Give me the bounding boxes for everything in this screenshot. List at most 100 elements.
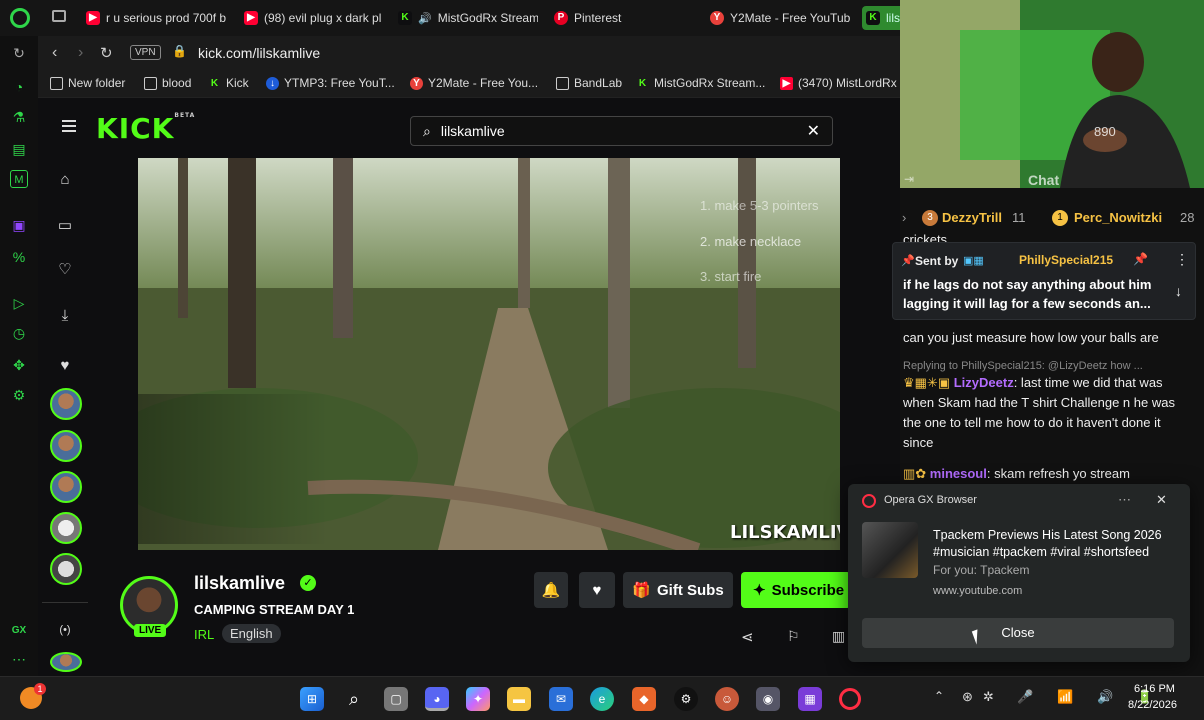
search-input[interactable]: ⌕ lilskamlive ✕ <box>410 116 833 146</box>
player-icon[interactable]: ▷ <box>10 294 28 312</box>
followed-channel-avatar[interactable] <box>50 430 82 462</box>
following-icon[interactable]: ♡ <box>55 260 75 280</box>
chat-username[interactable]: LizyDeetz <box>954 375 1014 390</box>
file-explorer-icon[interactable]: ▬ <box>507 687 531 711</box>
followed-channel-avatar[interactable] <box>50 553 82 585</box>
more-icon[interactable]: ⋯ <box>10 650 28 668</box>
tray-chevron-icon[interactable]: ⌃ <box>934 689 944 703</box>
gifter-name[interactable]: Perc_Nowitzki <box>1074 210 1162 225</box>
refresh-icon[interactable]: ↻ <box>10 44 28 62</box>
clock-date[interactable]: 8/22/2026 <box>1128 699 1177 711</box>
forward-icon[interactable]: › <box>78 44 83 62</box>
kick-logo[interactable]: KICKBETA <box>96 112 195 145</box>
folder-icon <box>144 76 157 90</box>
opera-sidebar: ↻ ◔ ⚗ ▤ M ▣ % ▷ ◷ ✥ ⚙ GX ⋯ <box>0 36 38 676</box>
bookmark-mistlordrx[interactable]: ▶ (3470) MistLordRx <box>780 76 900 90</box>
collapse-chat-icon[interactable]: ⇥ <box>904 172 914 186</box>
vpn-badge[interactable]: VPN <box>130 45 161 60</box>
workspace-icon[interactable] <box>52 10 66 22</box>
favorites-heart-icon[interactable]: ♥ <box>55 356 75 376</box>
followed-channel-avatar[interactable] <box>50 471 82 503</box>
search-icon: ⌕ <box>423 122 431 139</box>
youtube-icon: ▶ <box>86 11 100 25</box>
messenger-icon[interactable]: M <box>10 170 28 188</box>
opera-logo-icon[interactable] <box>10 8 30 28</box>
more-options-icon[interactable]: ⋮ <box>1175 251 1189 268</box>
tab-0[interactable]: ▶ r u serious prod 700f b <box>86 6 226 30</box>
tab-3[interactable]: P Pinterest <box>554 6 674 30</box>
chat-username[interactable]: minesoul <box>930 466 987 481</box>
gifter-name[interactable]: DezzyTrill <box>942 210 1002 225</box>
followed-channel-avatar[interactable] <box>50 512 82 544</box>
gift-subs-button[interactable]: 🎁 Gift Subs <box>623 572 733 608</box>
steam-icon[interactable]: ⚙ <box>674 687 698 711</box>
gx-cleaner-icon[interactable]: ▤ <box>10 140 28 158</box>
start-icon[interactable]: ⊞ <box>300 687 324 711</box>
notify-button[interactable]: 🔔 <box>534 572 568 608</box>
tab-2[interactable]: K 🔊 MistGodRx Stream <box>398 6 538 30</box>
channel-name[interactable]: lilskamlive <box>194 573 285 594</box>
followed-channel-avatar[interactable] <box>50 652 82 672</box>
speaker-icon: 🔊 <box>418 12 432 25</box>
percent-icon[interactable]: % <box>10 248 28 266</box>
bookmark-blood[interactable]: blood <box>144 76 191 90</box>
gx-control-icon[interactable]: ◔ <box>10 78 28 96</box>
gifter-rank-badge: 1 <box>1052 210 1068 226</box>
opera-gx-icon[interactable] <box>839 688 861 710</box>
notification-close-icon[interactable]: ✕ <box>1156 492 1167 508</box>
unpin-icon[interactable]: 📌 <box>1133 252 1148 266</box>
gifter-rank-badge: 3 <box>922 210 938 226</box>
pinned-username[interactable]: PhillySpecial215 <box>1019 253 1113 267</box>
twitch-icon[interactable]: ▣ <box>10 216 28 234</box>
notification-count-badge: 1 <box>34 683 46 695</box>
gx-icon[interactable]: GX <box>10 622 28 640</box>
tab-5-active[interactable]: Klilskamlive Stream - W <box>862 6 902 30</box>
category-link[interactable]: IRL <box>194 627 214 642</box>
notification-more-icon[interactable]: ⋯ <box>1118 492 1131 508</box>
stream-watermark: LILSKAMLIVE <box>730 522 840 543</box>
app-icon[interactable]: ☺ <box>715 687 739 711</box>
bookmark-new-folder[interactable]: New folder <box>50 76 125 90</box>
expand-pinned-icon[interactable]: ↓ <box>1175 283 1182 299</box>
extensions-icon[interactable]: ✥ <box>10 356 28 374</box>
clip-icon[interactable]: ▥ <box>832 628 845 645</box>
settings-icon[interactable]: ⚙ <box>10 386 28 404</box>
bookmark-ytmp3[interactable]: ↓ YTMP3: Free YouT... <box>266 76 395 90</box>
clipchamp-icon[interactable]: ▦ <box>798 687 822 711</box>
subscribe-button[interactable]: ✦ Subscribe <box>741 572 851 608</box>
browse-icon[interactable]: ▭ <box>55 216 75 236</box>
clock-time[interactable]: 6:16 PM <box>1134 683 1175 695</box>
bookmark-kick[interactable]: K Kick <box>208 76 249 90</box>
menu-icon[interactable] <box>62 120 76 132</box>
share-icon[interactable]: ⋖ <box>741 628 754 646</box>
history-icon[interactable]: ◷ <box>10 324 28 342</box>
video-player[interactable]: 1. make 5-3 pointers 2. make necklace 3.… <box>138 158 840 550</box>
copilot-icon[interactable]: ✦ <box>466 687 490 711</box>
task-view-icon[interactable]: ▢ <box>384 687 408 711</box>
gx-corner-icon[interactable]: ⚗ <box>10 108 28 126</box>
edge-icon[interactable]: e <box>590 687 614 711</box>
clips-icon[interactable]: ⤓ <box>55 306 75 326</box>
language-tag[interactable]: English <box>222 624 281 643</box>
bookmark-bandlab[interactable]: BandLab <box>556 76 622 90</box>
reload-icon[interactable]: ↻ <box>100 44 113 62</box>
camera-icon[interactable]: ◉ <box>756 687 780 711</box>
clear-search-icon[interactable]: ✕ <box>807 121 820 141</box>
bookmark-y2mate[interactable]: Y Y2Mate - Free You... <box>410 76 538 90</box>
report-icon[interactable]: ⚐ <box>787 628 800 645</box>
stream-overlay-item: 1. make 5-3 pointers <box>700 198 819 213</box>
outlook-icon[interactable]: ✉ <box>549 687 573 711</box>
tab-1[interactable]: ▶ (98) evil plug x dark pl <box>244 6 382 30</box>
back-icon[interactable]: ‹ <box>52 44 57 62</box>
home-icon[interactable]: ⌂ <box>55 170 75 190</box>
expand-icon[interactable]: (•) <box>55 620 75 640</box>
follow-button[interactable]: ♥ <box>579 572 615 608</box>
notification-close-button[interactable]: Close <box>862 618 1174 648</box>
bookmark-mistgodrx[interactable]: K MistGodRx Stream... <box>636 76 765 90</box>
tab-4[interactable]: Y Y2Mate - Free YouTub <box>710 6 850 30</box>
followed-channel-avatar[interactable] <box>50 388 82 420</box>
search-icon[interactable]: ⌕ <box>342 687 366 711</box>
url-field[interactable]: kick.com/lilskamlive <box>198 45 320 61</box>
discord-icon[interactable]: ◕ <box>425 687 449 711</box>
brave-icon[interactable]: ◆ <box>632 687 656 711</box>
